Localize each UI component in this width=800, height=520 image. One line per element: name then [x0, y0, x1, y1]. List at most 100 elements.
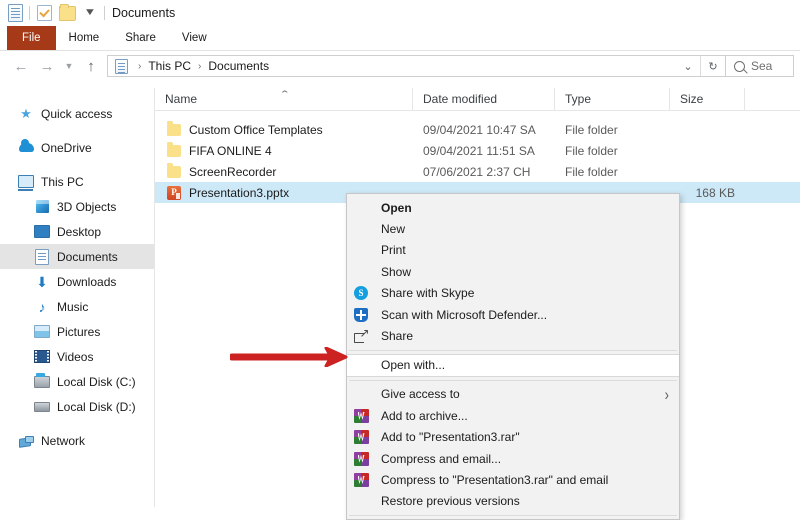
red-pointer-arrow: [230, 347, 348, 367]
tab-share[interactable]: Share: [112, 26, 169, 50]
empty-icon-slot: [353, 221, 369, 237]
menu-item-add-to-rar[interactable]: Add to "Presentation3.rar": [347, 427, 679, 448]
tab-home[interactable]: Home: [56, 26, 113, 50]
sidebar-item-local-disk-d[interactable]: Local Disk (D:): [0, 394, 154, 419]
sidebar-item-label: Pictures: [57, 324, 101, 339]
ribbon-tabs: File Home Share View: [0, 26, 800, 50]
sidebar-item-3d-objects[interactable]: 3D Objects: [0, 194, 154, 219]
sidebar-item-label: Local Disk (D:): [57, 399, 136, 414]
new-folder-icon[interactable]: [58, 3, 76, 22]
menu-item-share-with-skype[interactable]: S Share with Skype: [347, 283, 679, 304]
column-header-label: Size: [680, 92, 704, 106]
file-name-label: Presentation3.pptx: [189, 185, 290, 200]
refresh-icon[interactable]: ↻: [701, 56, 725, 76]
skype-icon: S: [353, 285, 369, 301]
powerpoint-file-icon: P: [167, 185, 181, 200]
tab-file[interactable]: File: [7, 26, 56, 50]
folder-icon: [167, 141, 181, 157]
breadcrumb-separator: ›: [138, 60, 142, 72]
up-arrow-icon[interactable]: ↑: [78, 53, 104, 79]
column-header-name[interactable]: Name ⌃: [155, 88, 413, 110]
empty-icon-slot: [353, 386, 369, 402]
column-header-row: Name ⌃ Date modified Type Size: [155, 88, 800, 111]
menu-separator: [349, 349, 677, 351]
sidebar-item-this-pc[interactable]: This PC: [0, 169, 154, 194]
sidebar-item-label: Videos: [57, 349, 94, 364]
sidebar-item-documents[interactable]: Documents: [0, 244, 154, 269]
cloud-icon: [18, 139, 34, 156]
local-disk-d-icon: [34, 399, 50, 415]
local-disk-c-icon: [34, 372, 50, 390]
file-date-cell: 09/04/2021 10:47 SA: [423, 122, 536, 137]
sidebar-item-label: Network: [41, 433, 86, 448]
properties-icon[interactable]: [35, 4, 53, 22]
navigation-pane: ★ Quick access OneDrive This PC 3D Objec…: [0, 88, 155, 507]
sidebar-item-local-disk-c[interactable]: Local Disk (C:): [0, 369, 154, 394]
menu-item-compress-to-rar-and-email[interactable]: Compress to "Presentation3.rar" and emai…: [347, 469, 679, 490]
forward-arrow-icon[interactable]: →: [34, 53, 60, 79]
breadcrumb[interactable]: › This PC › Documents ⌄ ↻: [107, 55, 726, 77]
search-input[interactable]: Sea: [726, 55, 794, 77]
breadcrumb-documents[interactable]: Documents: [206, 59, 271, 73]
menu-item-new[interactable]: New: [347, 218, 679, 239]
file-date-cell: 07/06/2021 2:37 CH: [423, 164, 531, 179]
back-arrow-icon[interactable]: ←: [8, 53, 34, 79]
sidebar-item-label: Desktop: [57, 224, 102, 239]
menu-item-share[interactable]: Share: [347, 325, 679, 346]
path-documents-icon: [113, 58, 129, 74]
column-header-label: Type: [565, 92, 592, 106]
desktop-icon: [34, 224, 50, 240]
table-row[interactable]: ScreenRecorder 07/06/2021 2:37 CH File f…: [155, 161, 800, 182]
chevron-down-icon[interactable]: ⌄: [676, 56, 700, 76]
customize-quick-access-chevron-icon[interactable]: ▼: [81, 4, 99, 22]
sidebar-item-videos[interactable]: Videos: [0, 344, 154, 369]
column-header-type[interactable]: Type: [555, 88, 670, 110]
tab-view[interactable]: View: [169, 26, 220, 50]
sidebar-item-music[interactable]: ♪ Music: [0, 294, 154, 319]
breadcrumb-separator: ›: [198, 60, 202, 72]
sidebar-item-network[interactable]: Network: [0, 428, 154, 453]
sidebar-item-label: Music: [57, 299, 89, 314]
sidebar-item-label: Local Disk (C:): [57, 374, 136, 389]
file-size-cell: [670, 161, 745, 182]
file-size-cell: 168 KB: [695, 185, 735, 200]
sidebar-item-desktop[interactable]: Desktop: [0, 219, 154, 244]
column-header-date-modified[interactable]: Date modified: [413, 88, 555, 110]
menu-item-open[interactable]: Open: [347, 197, 679, 218]
file-name-label: Custom Office Templates: [189, 122, 323, 137]
menu-item-scan-with-defender[interactable]: Scan with Microsoft Defender...: [347, 304, 679, 325]
sort-ascending-icon: ⌃: [279, 89, 291, 99]
menu-item-add-to-archive[interactable]: Add to archive...: [347, 405, 679, 426]
toolbar-divider: [29, 6, 30, 20]
menu-item-give-access-to[interactable]: Give access to ›: [347, 384, 679, 405]
3d-objects-icon: [34, 199, 50, 215]
sidebar-item-quick-access[interactable]: ★ Quick access: [0, 101, 154, 126]
toolbar-divider: [104, 6, 105, 20]
context-menu: Open New Print Show S Share with Skype S…: [346, 193, 680, 520]
menu-item-show[interactable]: Show: [347, 261, 679, 282]
menu-item-open-with[interactable]: Open with...: [347, 353, 679, 377]
column-header-size[interactable]: Size: [670, 88, 745, 110]
column-header-label: Date modified: [423, 92, 498, 106]
winrar-icon: [353, 408, 369, 424]
sidebar-item-label: 3D Objects: [57, 199, 117, 214]
star-icon: ★: [20, 106, 32, 121]
recent-locations-chevron-icon[interactable]: ▼: [60, 53, 78, 79]
breadcrumb-this-pc[interactable]: This PC: [146, 59, 193, 73]
empty-icon-slot: [353, 357, 369, 373]
menu-item-compress-and-email[interactable]: Compress and email...: [347, 448, 679, 469]
sidebar-item-downloads[interactable]: ⬇ Downloads: [0, 269, 154, 294]
sidebar-item-onedrive[interactable]: OneDrive: [0, 135, 154, 160]
list-top-spacer: [155, 111, 800, 119]
menu-separator: [349, 515, 677, 517]
sidebar-item-pictures[interactable]: Pictures: [0, 319, 154, 344]
table-row[interactable]: Custom Office Templates 09/04/2021 10:47…: [155, 119, 800, 140]
file-name-cell: FIFA ONLINE 4: [155, 140, 413, 161]
menu-item-restore-previous-versions[interactable]: Restore previous versions: [347, 491, 679, 512]
share-icon: [353, 327, 370, 344]
table-row[interactable]: FIFA ONLINE 4 09/04/2021 11:51 SA File f…: [155, 140, 800, 161]
file-type-cell: File folder: [565, 122, 618, 137]
videos-icon: [34, 349, 50, 365]
menu-item-print[interactable]: Print: [347, 240, 679, 261]
